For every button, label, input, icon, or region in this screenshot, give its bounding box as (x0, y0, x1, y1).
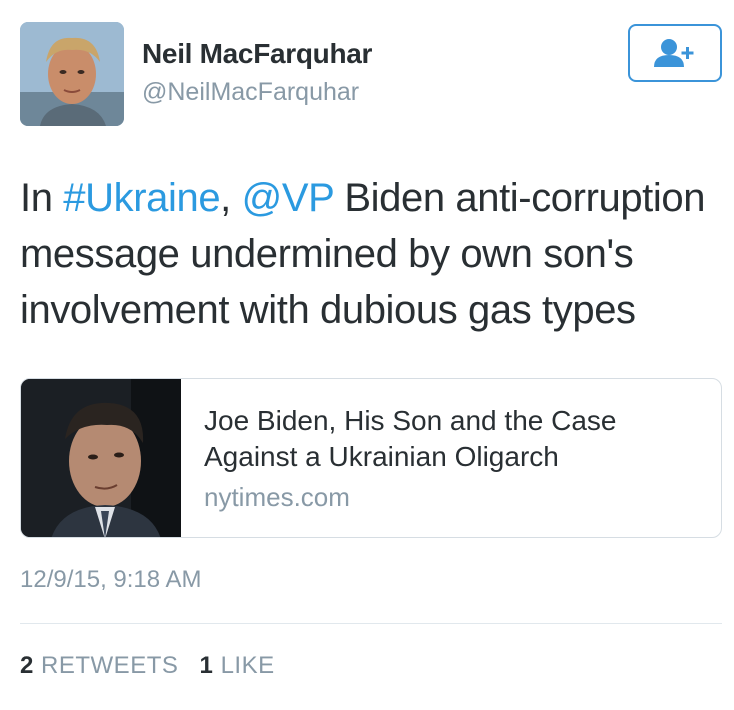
divider (20, 623, 722, 624)
author-avatar[interactable] (20, 22, 124, 126)
follow-user-icon (654, 39, 694, 67)
tweet-text-comma: , (220, 176, 242, 220)
likes-label: LIKE (220, 652, 275, 679)
card-domain: nytimes.com (204, 482, 350, 512)
likes-count: 1 (199, 652, 214, 679)
retweets-count: 2 (20, 652, 34, 679)
tweet-text-prefix: In (20, 176, 64, 220)
author-handle[interactable]: @NeilMacFarquhar (142, 78, 359, 107)
tweet-text: In #Ukraine, @VP Biden anti-corruption m… (20, 170, 720, 338)
tweet-timestamp[interactable]: 12/9/15, 9:18 AM (20, 566, 201, 594)
hashtag-link[interactable]: #Ukraine (63, 176, 220, 220)
retweets-label: RETWEETS (41, 652, 179, 679)
card-thumbnail (21, 379, 181, 537)
author-display-name[interactable]: Neil MacFarquhar (142, 38, 372, 70)
link-preview-card[interactable]: Joe Biden, His Son and the Case Against … (20, 378, 722, 538)
card-title: Joe Biden, His Son and the Case Against … (204, 405, 617, 472)
follow-button[interactable] (628, 24, 722, 82)
mention-link[interactable]: @VP (242, 176, 334, 220)
retweets-stat[interactable]: 2 RETWEETS (20, 652, 178, 679)
tweet-stats: 2 RETWEETS 1 LIKE (20, 652, 289, 680)
avatar-photo (20, 22, 124, 126)
card-thumbnail-photo (21, 379, 181, 537)
likes-stat[interactable]: 1 LIKE (200, 652, 275, 679)
